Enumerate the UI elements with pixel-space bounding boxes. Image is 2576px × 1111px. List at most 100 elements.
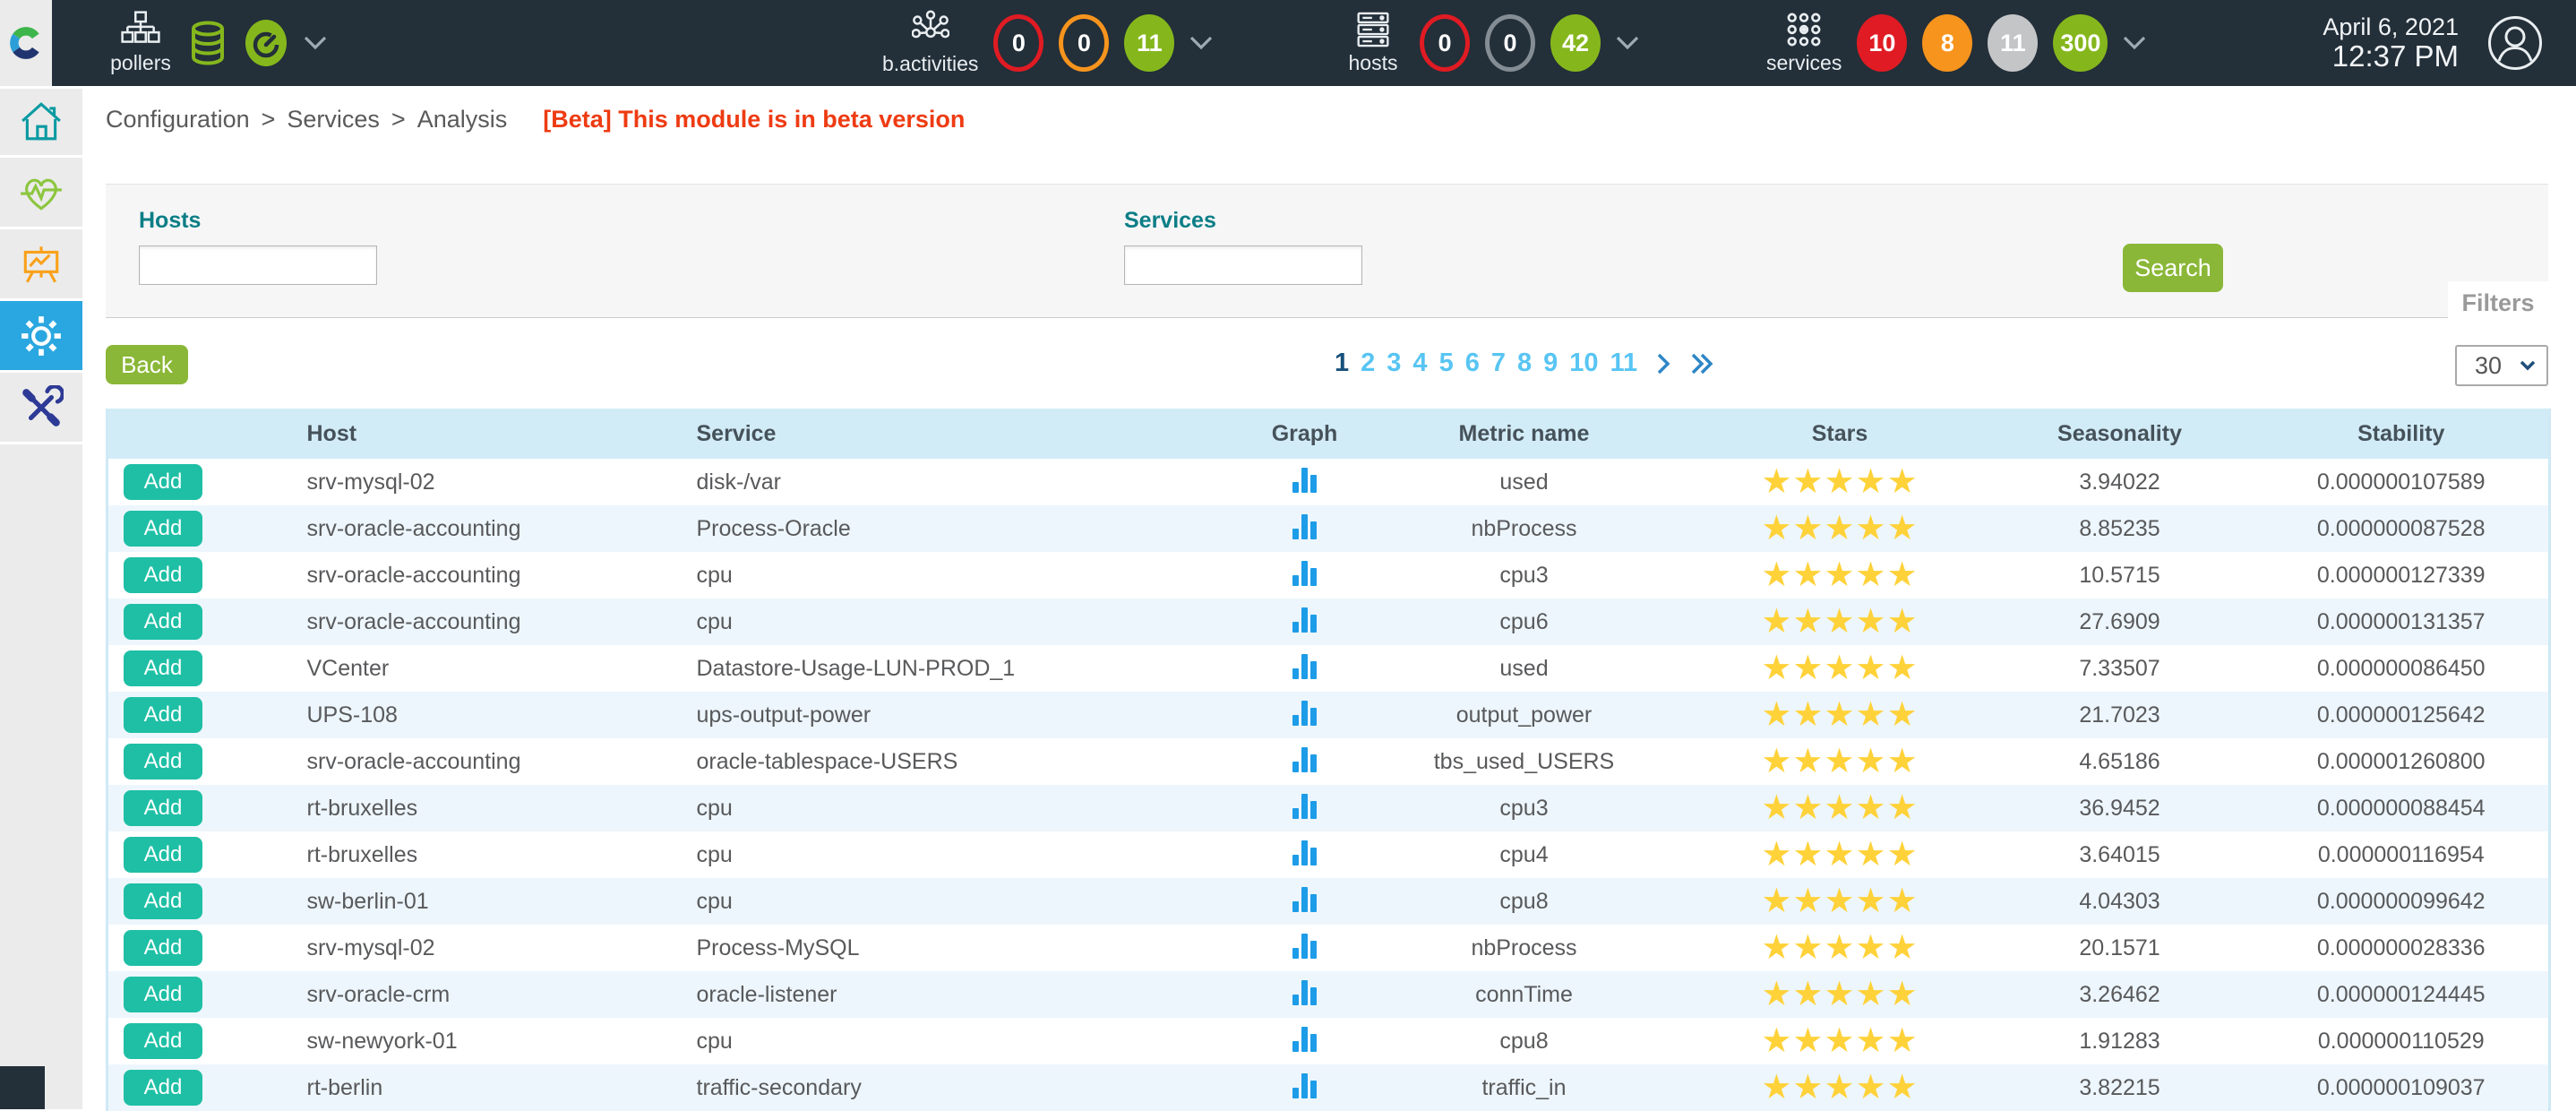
add-button[interactable]: Add <box>124 604 202 640</box>
graph-icon[interactable] <box>1292 699 1317 726</box>
add-button[interactable]: Add <box>124 650 202 686</box>
add-button[interactable]: Add <box>124 883 202 919</box>
graph-icon[interactable] <box>1292 512 1317 539</box>
pagination-page-10[interactable]: 10 <box>1569 350 1598 376</box>
hosts-filter-label: Hosts <box>139 208 377 234</box>
table-row: AddVCenterDatastore-Usage-LUN-PROD_1used… <box>107 645 2550 692</box>
graph-icon[interactable] <box>1292 606 1317 633</box>
sidebar-item-administration[interactable] <box>0 373 82 444</box>
pagination-pages: 123456789 10 11 <box>1335 350 1637 376</box>
add-button[interactable]: Add <box>124 744 202 779</box>
toolbar: Back 123456789 10 11 30 <box>106 345 2548 388</box>
status-badge-outline-gray[interactable]: 0 <box>1485 14 1535 72</box>
cell-add: Add <box>107 645 288 692</box>
pagination-page-3[interactable]: 3 <box>1387 350 1401 376</box>
table-row: Addsrv-oracle-crmoracle-listenerconnTime… <box>107 971 2550 1018</box>
status-badge-fill-green[interactable]: 300 <box>2053 14 2108 72</box>
breadcrumb-analysis[interactable]: Analysis <box>417 106 508 133</box>
graph-icon[interactable] <box>1292 885 1317 912</box>
cell-metric: output_power <box>1354 692 1695 738</box>
cell-stability: 0.000000107589 <box>2254 459 2550 505</box>
table-row: AddUPS-108ups-output-poweroutput_power★★… <box>107 692 2550 738</box>
topbar-services-group[interactable]: services 10 8 11 300 <box>1766 0 2146 86</box>
next-page-icon[interactable] <box>1654 352 1672 375</box>
filters-toggle[interactable]: Filters <box>2448 281 2548 324</box>
add-button[interactable]: Add <box>124 930 202 966</box>
search-button[interactable]: Search <box>2123 244 2223 292</box>
services-filter-field: Services <box>1124 208 1362 285</box>
status-badge-fill-orange[interactable]: 8 <box>1922 14 1972 72</box>
status-badge-fill-green[interactable]: 42 <box>1550 14 1601 72</box>
add-button[interactable]: Add <box>124 697 202 733</box>
status-badge-outline-orange[interactable]: 0 <box>1059 14 1109 72</box>
graph-icon[interactable] <box>1292 1072 1317 1098</box>
cell-host: srv-oracle-accounting <box>288 505 683 552</box>
chevron-down-icon[interactable] <box>1189 36 1213 50</box>
status-badge-fill-red[interactable]: 10 <box>1857 14 1907 72</box>
cell-add: Add <box>107 1018 288 1064</box>
services-label: services <box>1766 51 1842 75</box>
breadcrumb-services[interactable]: Services <box>287 106 380 133</box>
centreon-logo[interactable] <box>0 0 52 86</box>
topbar-bactivities-group[interactable]: b.activities 0011 <box>882 0 1213 86</box>
sidebar-item-monitoring[interactable] <box>0 158 82 229</box>
col-seasonality: Seasonality <box>1986 409 2254 459</box>
add-button[interactable]: Add <box>124 1023 202 1059</box>
cell-service: Process-Oracle <box>683 505 1256 552</box>
cell-service: cpu <box>683 599 1256 645</box>
graph-icon[interactable] <box>1292 466 1317 493</box>
pagination-page-1[interactable]: 1 <box>1335 350 1349 376</box>
add-button[interactable]: Add <box>124 464 202 500</box>
back-button[interactable]: Back <box>106 345 188 384</box>
sidebar-item-reporting[interactable] <box>0 229 82 301</box>
status-badge-fill-green[interactable]: 11 <box>1124 14 1174 72</box>
status-badge-outline-red[interactable]: 0 <box>993 14 1043 72</box>
pagination-page-6[interactable]: 6 <box>1465 350 1480 376</box>
cell-add: Add <box>107 738 288 785</box>
hosts-filter-input[interactable] <box>139 245 377 285</box>
pagination-page-4[interactable]: 4 <box>1413 350 1427 376</box>
cell-graph <box>1256 971 1354 1018</box>
breadcrumb-configuration[interactable]: Configuration <box>106 106 250 133</box>
pagination-page-9[interactable]: 9 <box>1543 350 1558 376</box>
chevron-down-icon[interactable] <box>2123 36 2146 50</box>
cell-metric: connTime <box>1354 971 1695 1018</box>
page-size-select[interactable]: 30 <box>2455 345 2548 386</box>
add-button[interactable]: Add <box>124 1070 202 1106</box>
graph-icon[interactable] <box>1292 839 1317 866</box>
last-page-icon[interactable] <box>1689 352 1716 375</box>
add-button[interactable]: Add <box>124 790 202 826</box>
sidebar-item-configuration[interactable] <box>0 301 82 373</box>
add-button[interactable]: Add <box>124 977 202 1012</box>
status-badge-outline-red[interactable]: 0 <box>1420 14 1470 72</box>
topbar-pollers-group[interactable]: pollers <box>109 0 327 86</box>
sidebar-item-home[interactable] <box>0 86 82 158</box>
user-menu[interactable] <box>2486 14 2544 76</box>
pagination-page-2[interactable]: 2 <box>1361 350 1375 376</box>
topbar-hosts-group[interactable]: hosts 0042 <box>1342 0 1639 86</box>
graph-icon[interactable] <box>1292 745 1317 772</box>
services-filter-input[interactable] <box>1124 245 1362 285</box>
graph-icon[interactable] <box>1292 978 1317 1005</box>
status-badge-fill-gray[interactable]: 11 <box>1988 14 2038 72</box>
star-rating: ★★★★★ <box>1761 883 1918 920</box>
chevron-down-icon[interactable] <box>1616 36 1639 50</box>
pagination-page-11[interactable]: 11 <box>1610 350 1638 376</box>
add-button[interactable]: Add <box>124 511 202 547</box>
graph-icon[interactable] <box>1292 1025 1317 1052</box>
cell-host: srv-mysql-02 <box>288 925 683 971</box>
bactivities-badges: 00 11 <box>993 14 1174 72</box>
cell-graph <box>1256 831 1354 878</box>
graph-icon[interactable] <box>1292 559 1317 586</box>
pagination-page-8[interactable]: 8 <box>1517 350 1532 376</box>
pagination-page-7[interactable]: 7 <box>1491 350 1506 376</box>
graph-icon[interactable] <box>1292 932 1317 959</box>
graph-icon[interactable] <box>1292 792 1317 819</box>
cell-seasonality: 27.6909 <box>1986 599 2254 645</box>
add-button[interactable]: Add <box>124 557 202 593</box>
pagination-page-5[interactable]: 5 <box>1439 350 1454 376</box>
add-button[interactable]: Add <box>124 837 202 873</box>
col-metric-name: Metric name <box>1354 409 1695 459</box>
chevron-down-icon[interactable] <box>304 36 327 50</box>
graph-icon[interactable] <box>1292 652 1317 679</box>
